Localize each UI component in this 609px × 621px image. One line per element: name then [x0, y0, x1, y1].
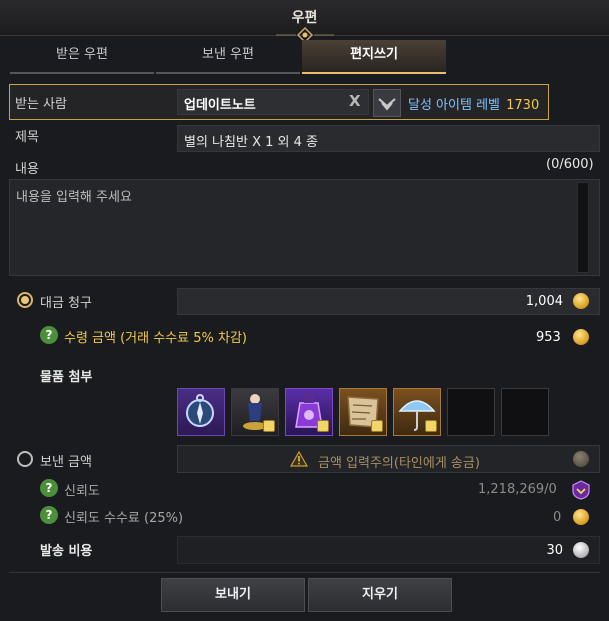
receive-amount-value: 953: [536, 330, 561, 345]
help-icon[interactable]: ?: [40, 479, 58, 497]
send-gold-input[interactable]: 금액 입력주의(타인에게 송금): [177, 445, 600, 473]
warning-icon: [290, 451, 308, 467]
mail-tabs: 받은 우편 보낸 우편 편지쓰기: [10, 40, 600, 74]
attach-slot-6[interactable]: [447, 388, 495, 436]
achievement-value: 1730: [506, 98, 540, 113]
silver-coin-icon: [573, 542, 589, 558]
content-textarea[interactable]: 내용을 입력해 주세요: [9, 179, 600, 276]
trust-fee-label: 신뢰도 수수료 (25%): [64, 511, 184, 526]
recipient-label: 받는 사람: [15, 97, 67, 112]
send-gold-warning: 금액 입력주의(타인에게 송금): [318, 456, 480, 471]
cod-amount-value: 1,004: [525, 294, 563, 309]
send-button[interactable]: 보내기: [161, 578, 305, 612]
trust-fee-value: 0: [553, 510, 562, 525]
bound-lock-icon: [263, 420, 275, 432]
postage-label: 발송 비용: [40, 544, 93, 559]
attach-slot-2[interactable]: [231, 388, 279, 436]
subject-value: 별의 나침반 X 1 외 4 종: [184, 135, 318, 150]
content-placeholder: 내용을 입력해 주세요: [16, 190, 132, 205]
subject-label: 제목: [15, 130, 39, 145]
trust-label: 신뢰도: [64, 484, 100, 499]
help-icon[interactable]: ?: [40, 326, 58, 344]
gold-coin-icon: [573, 451, 589, 467]
crest-icon: [378, 98, 396, 111]
attach-slot-7[interactable]: [501, 388, 549, 436]
footer-divider: [9, 572, 600, 573]
content-counter: (0/600): [546, 157, 594, 172]
content-label: 내용: [15, 162, 39, 177]
receive-amount-label: 수령 금액 (거래 수수료 5% 차감): [64, 331, 247, 346]
compass-icon: [186, 394, 214, 427]
tab-compose[interactable]: 편지쓰기: [302, 40, 446, 74]
attach-slot-5[interactable]: [393, 388, 441, 436]
attach-slot-1[interactable]: [177, 388, 225, 436]
clear-button[interactable]: 지우기: [308, 578, 452, 612]
send-gold-radio[interactable]: [17, 451, 33, 467]
recipient-value: 업데이트노트: [184, 98, 256, 113]
gold-coin-icon: [573, 293, 589, 309]
achievement-level: 달성 아이템 레벨 1730: [408, 94, 539, 113]
bound-lock-icon: [371, 420, 383, 432]
cod-amount-input[interactable]: 1,004: [177, 288, 600, 315]
window-title: 우편: [291, 10, 318, 26]
gold-coin-icon: [573, 329, 589, 345]
help-icon[interactable]: ?: [40, 506, 58, 524]
tab-inbox[interactable]: 받은 우편: [10, 40, 154, 74]
cod-radio[interactable]: [17, 292, 33, 308]
bound-lock-icon: [317, 420, 329, 432]
recipient-input[interactable]: 업데이트노트: [177, 89, 369, 115]
trust-shield-icon: [572, 480, 590, 500]
friend-list-button[interactable]: [373, 89, 401, 117]
attach-label: 물품 첨부: [40, 370, 93, 385]
attach-slot-3[interactable]: [285, 388, 333, 436]
send-gold-label: 보낸 금액: [40, 455, 92, 470]
attach-slot-4[interactable]: [339, 388, 387, 436]
clear-recipient-icon[interactable]: X: [349, 92, 361, 110]
postage-value: 30: [546, 543, 563, 558]
gold-coin-icon: [573, 509, 589, 525]
bound-lock-icon: [425, 420, 437, 432]
postage-field: 30: [177, 536, 600, 564]
content-scrollbar[interactable]: [577, 182, 589, 273]
achievement-label: 달성 아이템 레벨: [408, 98, 500, 113]
subject-input[interactable]: 별의 나침반 X 1 외 4 종: [177, 125, 600, 152]
tab-sent[interactable]: 보낸 우편: [156, 40, 300, 74]
cod-label: 대금 청구: [40, 296, 92, 311]
trust-value: 1,218,269/0: [478, 482, 557, 497]
